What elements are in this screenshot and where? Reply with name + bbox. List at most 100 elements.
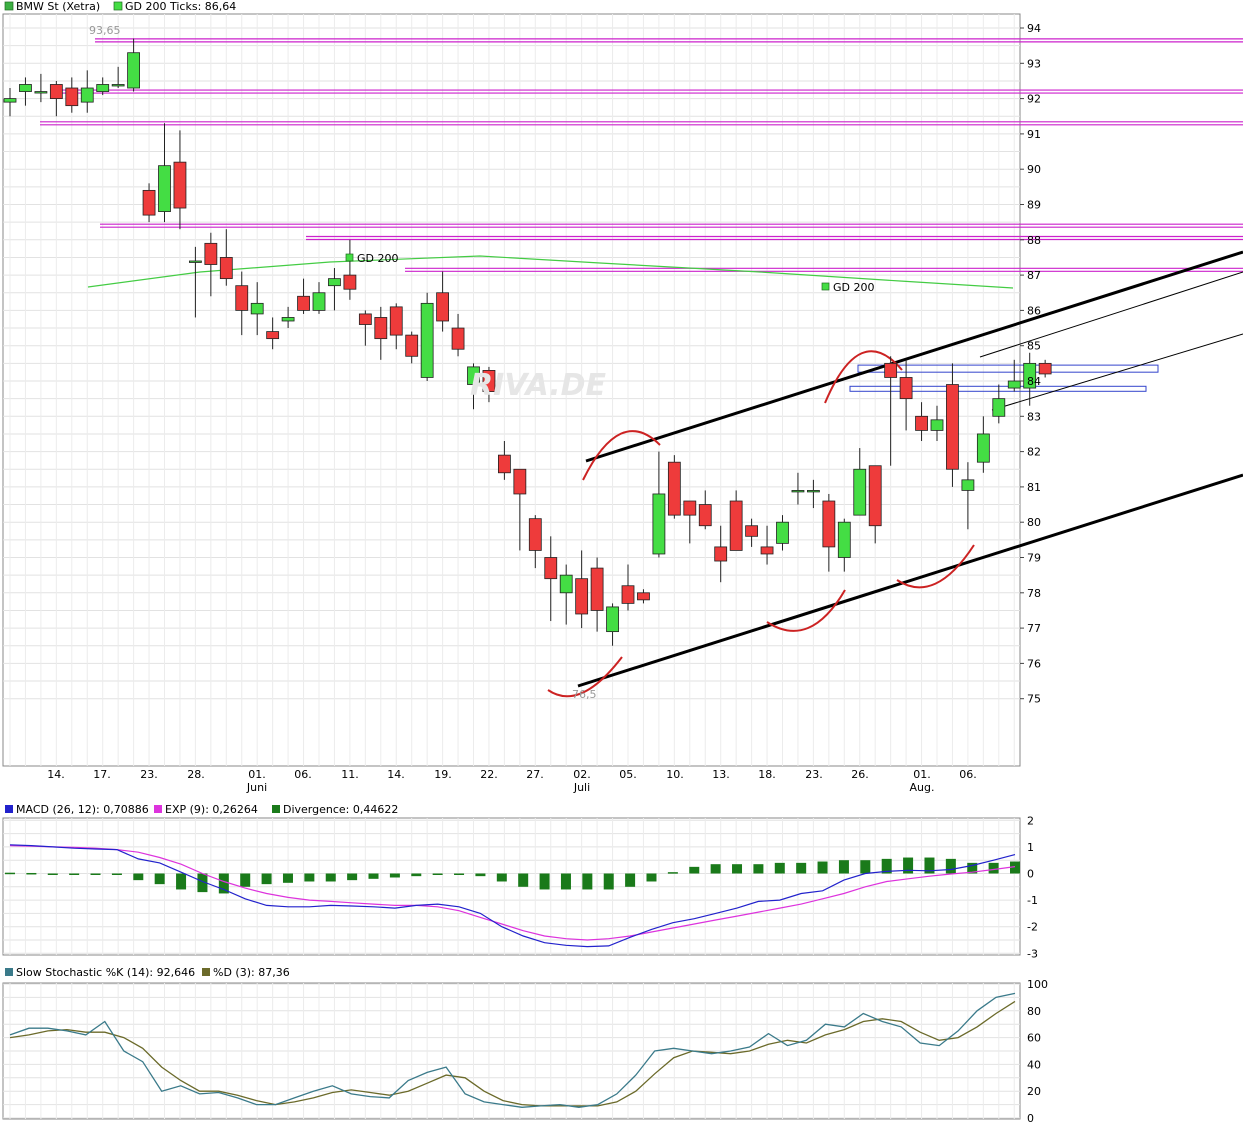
divergence-bar <box>5 872 15 875</box>
macd-ytick: 1 <box>1027 841 1034 854</box>
candle-down <box>637 592 650 601</box>
month-label: Juli <box>573 781 590 794</box>
candle-up <box>652 493 666 555</box>
legend-macd: MACD (26, 12): 0,70886 <box>16 803 149 816</box>
candle-down <box>729 500 743 551</box>
divergence-bar <box>796 862 807 874</box>
stoch-ytick: 20 <box>1027 1085 1041 1098</box>
candle-down <box>389 306 403 336</box>
divergence-bar <box>710 864 721 874</box>
stoch-ytick: 0 <box>1027 1112 1034 1125</box>
candle-down <box>714 546 728 562</box>
legend-swatch-gd200 <box>113 1 123 11</box>
candle-down <box>204 242 218 265</box>
candle-up <box>559 574 573 594</box>
stoch-ytick: 80 <box>1027 1005 1041 1018</box>
price-xtick: 05. <box>619 768 637 781</box>
divergence-bar <box>646 873 657 882</box>
price-ytick: 81 <box>1027 481 1041 494</box>
candle-down <box>667 461 681 516</box>
gd200-label-a: GD 200 <box>357 252 399 265</box>
stoch-ytick: 60 <box>1027 1032 1041 1045</box>
price-xtick: 26. <box>851 768 869 781</box>
divergence-bar <box>817 861 828 874</box>
divergence-bar <box>411 873 422 877</box>
legend-stoch-k: Slow Stochastic %K (14): 92,646 <box>16 966 195 979</box>
price-ytick: 87 <box>1027 269 1041 282</box>
candle-down <box>374 317 388 340</box>
candle-down <box>297 295 310 311</box>
legend-exp: EXP (9): 0,26264 <box>165 803 258 816</box>
divergence-bar <box>133 873 144 881</box>
price-xtick: 19. <box>434 768 452 781</box>
candle-down <box>745 525 758 537</box>
candle-up <box>312 292 326 311</box>
candle-up <box>992 398 1006 417</box>
candle-up <box>420 302 434 378</box>
candle-up <box>976 433 990 463</box>
candle-up <box>807 490 820 493</box>
candle-up <box>1007 380 1021 389</box>
price-xtick: 10. <box>666 768 684 781</box>
gd200-label-b: GD 200 <box>833 281 875 294</box>
price-ytick: 92 <box>1027 93 1041 106</box>
candle-up <box>3 98 17 103</box>
price-xtick: 13. <box>712 768 730 781</box>
candle-up <box>853 468 867 516</box>
price-ytick: 82 <box>1027 446 1041 459</box>
candle-down <box>1038 362 1052 375</box>
price-xtick: 14. <box>387 768 405 781</box>
price-ytick: 90 <box>1027 163 1041 176</box>
divergence-bar <box>539 873 550 890</box>
month-label: Aug. <box>910 781 935 794</box>
macd-ytick: 0 <box>1027 868 1034 881</box>
candle-down <box>899 377 913 400</box>
price-ytick: 75 <box>1027 693 1041 706</box>
divergence-bar <box>838 860 849 874</box>
candle-down <box>590 567 604 611</box>
chart-svg: BMW St (Xetra) GD 200 Ticks: 86,64 94 93 9… <box>2 0 1243 1125</box>
price-xtick: 18. <box>758 768 776 781</box>
divergence-bar <box>154 873 165 885</box>
candle-up <box>19 84 32 92</box>
candle-down <box>513 468 527 495</box>
divergence-bar <box>860 860 871 874</box>
macd-ytick: -2 <box>1027 921 1038 934</box>
stoch-ytick: 100 <box>1027 978 1048 991</box>
price-xtick: 11. <box>341 768 359 781</box>
price-ytick: 79 <box>1027 552 1041 565</box>
low-label: 76,5 <box>572 688 597 701</box>
candle-down <box>266 331 280 340</box>
macd-ytick: -1 <box>1027 894 1038 907</box>
candle-down <box>868 465 882 527</box>
price-ytick: 94 <box>1027 22 1041 35</box>
candle-down <box>497 454 511 474</box>
divergence-bar <box>560 873 571 890</box>
high-label: 93,65 <box>89 24 121 37</box>
divergence-bar <box>518 873 529 887</box>
price-ytick: 93 <box>1027 57 1041 70</box>
candle-down <box>683 500 697 516</box>
price-ytick: 86 <box>1027 304 1041 317</box>
macd-ytick: 2 <box>1027 814 1034 827</box>
candle-up <box>111 84 125 87</box>
price-xtick: 22. <box>480 768 498 781</box>
candle-down <box>946 384 959 470</box>
candle-up <box>328 278 341 287</box>
price-ytick: 88 <box>1027 234 1041 247</box>
price-ytick: 89 <box>1027 199 1041 212</box>
divergence-bar <box>496 873 507 882</box>
price-ytick: 77 <box>1027 622 1041 635</box>
candle-down <box>760 546 774 555</box>
price-xtick: 01. <box>248 768 266 781</box>
divergence-bar <box>454 873 465 875</box>
divergence-bar <box>47 873 58 875</box>
divergence-bar <box>625 873 636 887</box>
candle-down <box>451 327 465 350</box>
price-ytick: 83 <box>1027 410 1041 423</box>
divergence-bar <box>732 864 743 874</box>
candle-up <box>837 521 851 558</box>
macd-panel: 2 1 0 -1 -2 -3 <box>2 814 1038 960</box>
candle-down <box>822 500 836 548</box>
divergence-bar <box>240 873 251 887</box>
